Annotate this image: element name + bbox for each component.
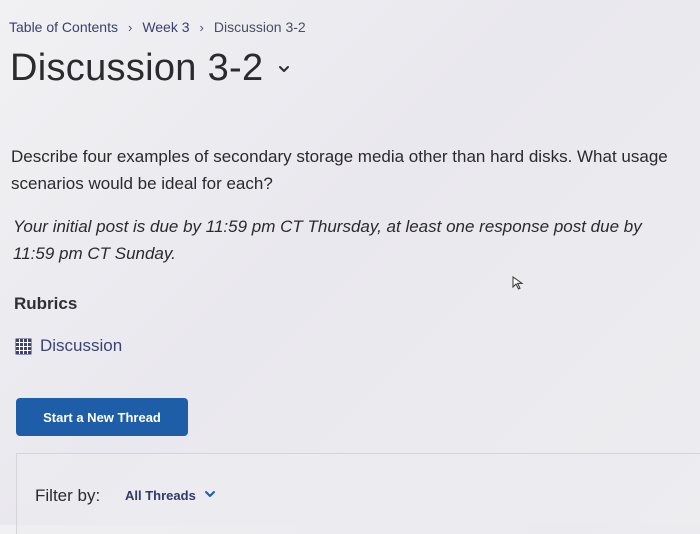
rubric-discussion-link[interactable]: Discussion xyxy=(15,336,122,356)
breadcrumb-current: Discussion 3-2 xyxy=(213,19,306,35)
page-title: Discussion 3-2 xyxy=(10,47,264,89)
rubrics-heading: Rubrics xyxy=(14,294,78,313)
chevron-down-icon[interactable] xyxy=(277,62,291,76)
start-new-thread-button[interactable]: Start a New Thread xyxy=(16,398,188,436)
thread-filter-dropdown[interactable]: All Threads xyxy=(125,488,216,503)
filter-selected-value: All Threads xyxy=(125,488,196,503)
grid-icon xyxy=(15,338,32,355)
cursor-icon xyxy=(512,276,524,290)
rubric-link-label: Discussion xyxy=(40,336,123,355)
due-date-note: Your initial post is due by 11:59 pm CT … xyxy=(13,217,642,263)
breadcrumb-week-3[interactable]: Week 3 xyxy=(142,19,189,35)
chevron-down-icon xyxy=(204,488,216,503)
breadcrumb-separator: › xyxy=(199,19,204,35)
filter-label: Filter by: xyxy=(35,486,101,505)
breadcrumb-separator: › xyxy=(127,19,133,35)
breadcrumb: Table of Contents › Week 3 › Discussion … xyxy=(9,19,306,35)
discussion-description: Describe four examples of secondary stor… xyxy=(11,147,668,193)
filter-panel: Filter by: All Threads xyxy=(16,453,700,534)
title-row: Discussion 3-2 xyxy=(10,47,291,90)
breadcrumb-table-of-contents[interactable]: Table of Contents xyxy=(9,19,118,35)
